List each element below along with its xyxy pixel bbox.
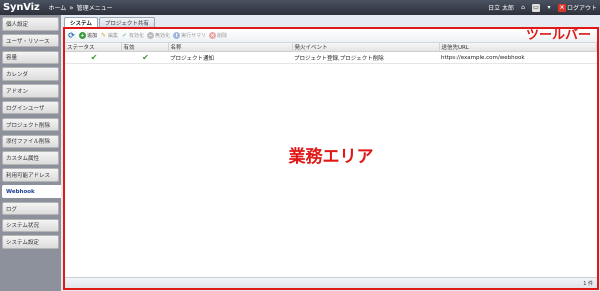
sidebar-item-system-settings[interactable]: システム設定 xyxy=(2,235,59,249)
breadcrumb-separator: » xyxy=(69,3,74,12)
breadcrumb-current: 管理メニュー xyxy=(76,5,113,12)
info-icon: i xyxy=(173,32,181,39)
column-header-enabled[interactable]: 有効 xyxy=(121,43,169,52)
table-header-row: ステータス 有効 名称 発火イベント 送信先URL xyxy=(65,43,597,52)
url-cell: https://example.com/webhook xyxy=(439,51,597,64)
column-header-status[interactable]: ステータス xyxy=(65,43,122,52)
sidebar-item-login-users[interactable]: ログインユーザ xyxy=(2,100,59,115)
sidebar-item-system-status[interactable]: システム状況 xyxy=(2,218,59,233)
status-bar: 1 件 xyxy=(65,277,597,288)
edit-label: 編集 xyxy=(108,33,119,39)
refresh-icon: ⟳ xyxy=(68,31,75,40)
disable-label: 無効化 xyxy=(155,33,171,39)
pencil-icon: ✎ xyxy=(101,32,107,39)
top-header: SynViz ホーム » 管理メニュー 日立 太郎 ⌂ ▭ ▾ × ログアウト xyxy=(0,0,600,15)
summary-button[interactable]: i 実行サマリ xyxy=(173,32,206,39)
toolbar-annotation: ツールバー xyxy=(525,28,591,43)
sidebar-item-calendar[interactable]: カレンダ xyxy=(2,67,59,81)
header-actions: 日立 太郎 ⌂ ▭ ▾ × ログアウト xyxy=(488,0,597,15)
tab-system[interactable]: システム xyxy=(64,17,98,27)
column-header-name[interactable]: 名称 xyxy=(168,43,293,52)
admin-sidebar: 個人設定 ユーザ・リソース 容量 カレンダ アドオン ログインユーザ プロジェク… xyxy=(0,15,61,291)
add-button[interactable]: + 追加 xyxy=(79,32,97,39)
enabled-check-icon: ✔ xyxy=(142,53,149,62)
enable-button[interactable]: ✔ 有効化 xyxy=(121,32,144,39)
sidebar-item-allowed-addresses[interactable]: 利用可能アドレス xyxy=(2,168,59,182)
delete-button[interactable]: × 削除 xyxy=(209,32,227,39)
sidebar-item-addons[interactable]: アドオン xyxy=(2,84,59,98)
column-header-event[interactable]: 発火イベント xyxy=(292,43,440,52)
name-cell: プロジェクト通知 xyxy=(168,51,292,64)
sidebar-item-custom-attributes[interactable]: カスタム属性 xyxy=(2,151,59,165)
event-cell: プロジェクト登録,プロジェクト削除 xyxy=(292,51,439,64)
column-header-url[interactable]: 送信先URL xyxy=(439,43,597,52)
help-dropdown-icon[interactable]: ▾ xyxy=(545,4,553,12)
logout-button[interactable]: × ログアウト xyxy=(557,3,597,12)
summary-label: 実行サマリ xyxy=(181,33,207,39)
work-area: ⟳ + 追加 ✎ 編集 ✔ 有効化 − 無効化 i 実行サマリ × 削除 ツール… xyxy=(63,27,599,290)
disable-button[interactable]: − 無効化 xyxy=(147,32,170,39)
record-count: 1 件 xyxy=(583,280,593,287)
sidebar-item-attachment-deletion[interactable]: 添付ファイル削除 xyxy=(2,134,59,149)
sidebar-item-capacity[interactable]: 容量 xyxy=(2,50,59,65)
add-label: 追加 xyxy=(87,33,98,39)
refresh-button[interactable]: ⟳ xyxy=(67,31,76,40)
sidebar-item-users-resources[interactable]: ユーザ・リソース xyxy=(2,33,59,48)
logout-icon: × xyxy=(557,3,566,12)
logout-label: ログアウト xyxy=(566,5,597,12)
delete-label: 削除 xyxy=(217,33,228,39)
toolbar: ⟳ + 追加 ✎ 編集 ✔ 有効化 − 無効化 i 実行サマリ × 削除 ツール… xyxy=(65,29,597,43)
tab-bar: システム プロジェクト共有 xyxy=(64,17,155,27)
app-logo[interactable]: SynViz xyxy=(0,2,40,13)
sidebar-item-personal-settings[interactable]: 個人設定 xyxy=(2,17,59,31)
home-icon[interactable]: ⌂ xyxy=(519,4,527,12)
main-panel: システム プロジェクト共有 ⟳ + 追加 ✎ 編集 ✔ 有効化 − 無効化 i … xyxy=(61,15,600,291)
status-cell: ✔ xyxy=(65,51,121,64)
sidebar-item-project-deletion[interactable]: プロジェクト削除 xyxy=(2,117,59,132)
user-name[interactable]: 日立 太郎 xyxy=(488,3,514,12)
disable-icon: − xyxy=(147,32,155,39)
webhook-table: ステータス 有効 名称 発火イベント 送信先URL ✔ ✔ プロジェクト通知 プ… xyxy=(65,43,597,64)
enable-label: 有効化 xyxy=(129,33,145,39)
breadcrumb-home[interactable]: ホーム xyxy=(48,3,66,12)
delete-icon: × xyxy=(209,32,217,39)
work-area-annotation: 業務エリア xyxy=(288,147,374,167)
table-row[interactable]: ✔ ✔ プロジェクト通知 プロジェクト登録,プロジェクト削除 https://e… xyxy=(65,51,597,64)
tab-project-sharing[interactable]: プロジェクト共有 xyxy=(98,17,155,27)
sidebar-item-webhook[interactable]: Webhook xyxy=(2,184,61,199)
enabled-cell: ✔ xyxy=(121,51,168,64)
check-icon: ✔ xyxy=(122,32,128,39)
breadcrumb: ホーム » 管理メニュー xyxy=(48,3,113,13)
status-ok-icon: ✔ xyxy=(90,53,98,62)
sidebar-item-logs[interactable]: ログ xyxy=(2,201,59,216)
window-icon[interactable]: ▭ xyxy=(531,3,540,12)
add-icon: + xyxy=(79,32,86,39)
edit-button[interactable]: ✎ 編集 xyxy=(100,32,118,39)
